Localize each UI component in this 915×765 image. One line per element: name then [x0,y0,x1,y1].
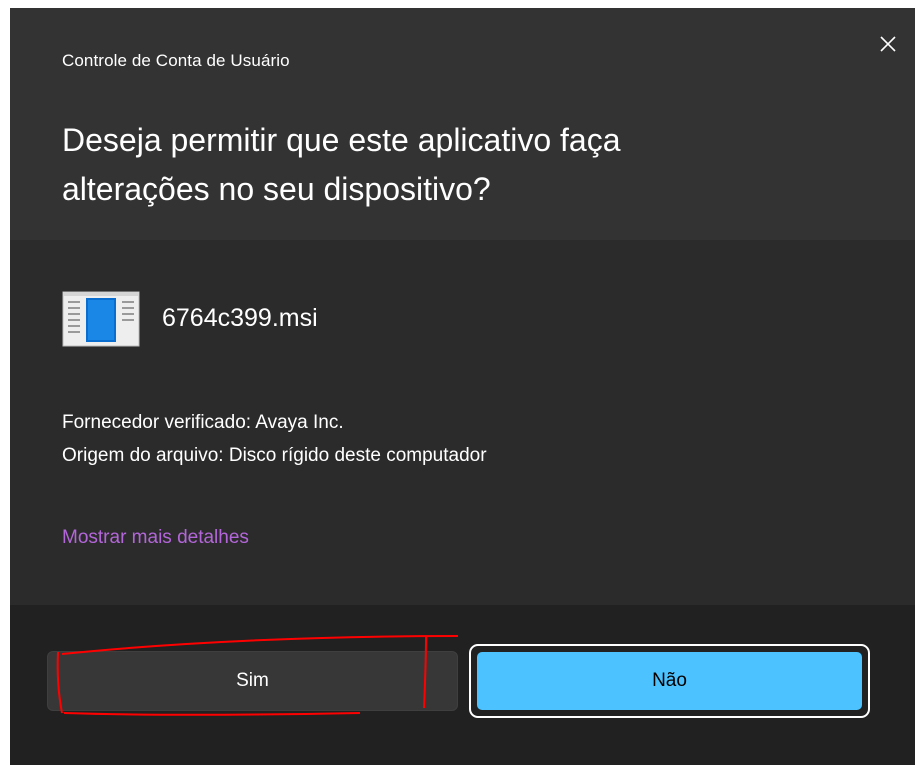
app-info: 6764c399.msi [62,288,318,348]
yes-button[interactable]: Sim [47,651,458,711]
close-icon [880,36,896,52]
app-file-name: 6764c399.msi [162,303,318,332]
dialog-header: Controle de Conta de Usuário Deseja perm… [10,8,915,240]
page: Controle de Conta de Usuário Deseja perm… [0,0,915,765]
file-origin: Origem do arquivo: Disco rígido deste co… [62,445,487,466]
dialog-question: Deseja permitir que este aplicativo faça… [62,116,842,214]
close-button[interactable] [868,24,908,64]
question-line-1: Deseja permitir que este aplicativo faça [62,122,621,158]
window-title: Controle de Conta de Usuário [62,51,290,70]
show-more-details-link[interactable]: Mostrar mais detalhes [62,527,249,549]
question-line-2: alterações no seu dispositivo? [62,171,491,207]
installer-icon [62,288,140,348]
verified-publisher: Fornecedor verificado: Avaya Inc. [62,412,344,433]
publisher-details: Fornecedor verificado: Avaya Inc. Origem… [62,406,487,472]
no-button[interactable]: Não [477,652,862,710]
